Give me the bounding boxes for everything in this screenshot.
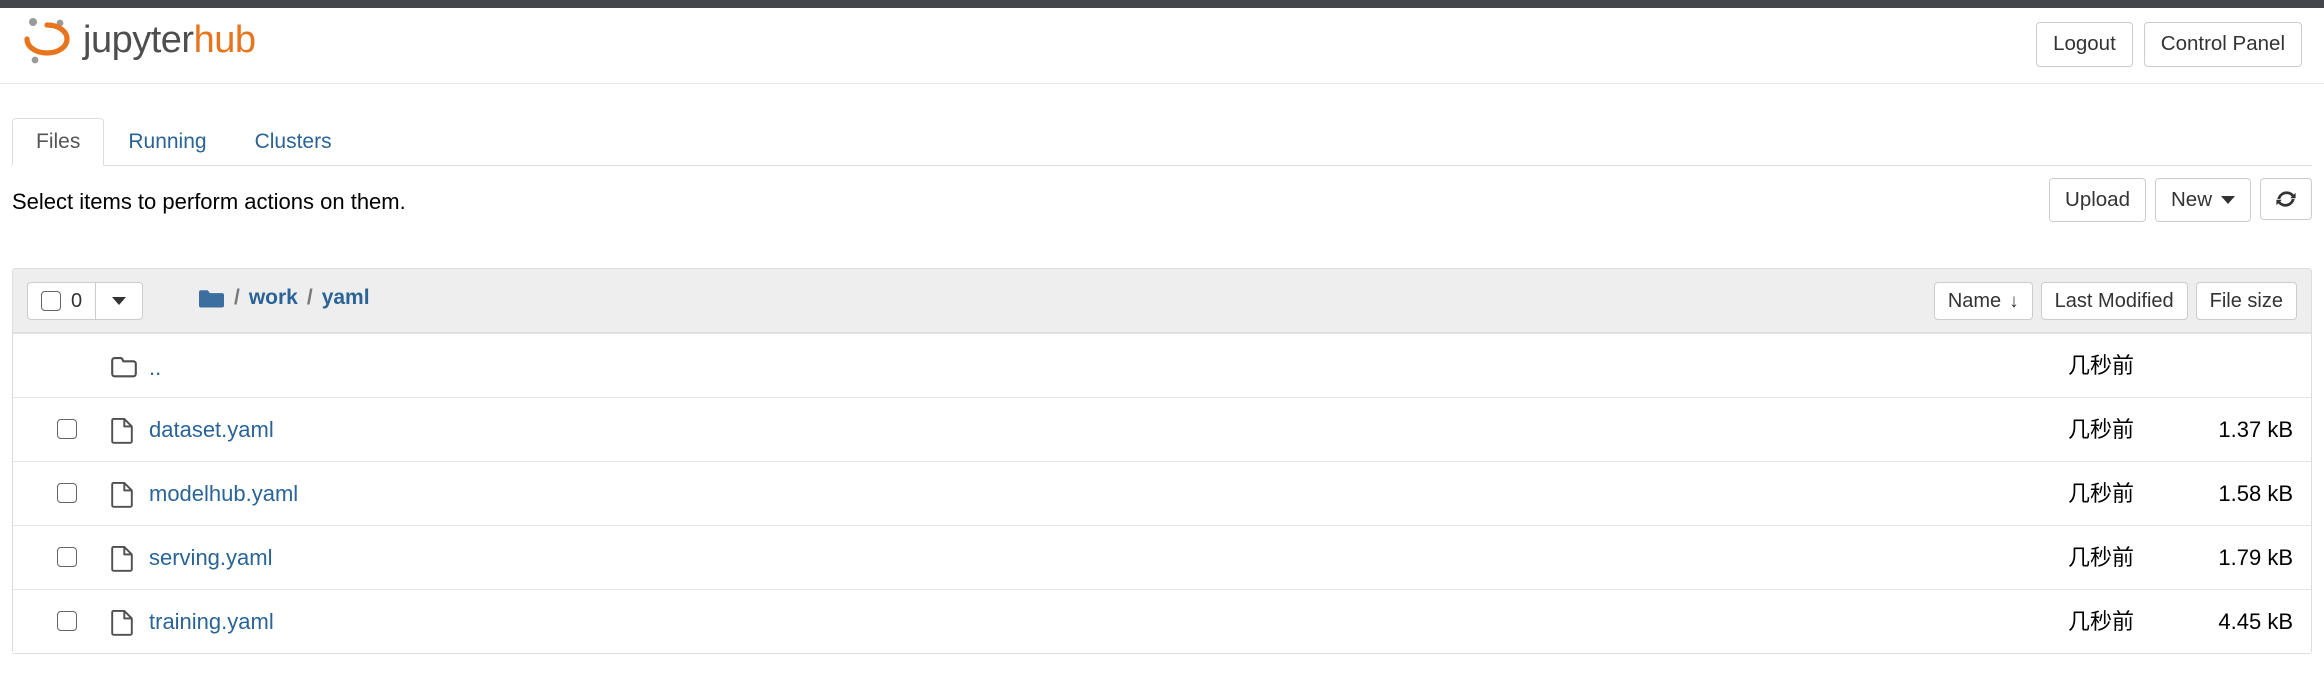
arrow-down-icon: ↓ [2009, 290, 2019, 312]
file-link[interactable]: training.yaml [149, 608, 274, 637]
sort-by-name-button[interactable]: Name ↓ [1933, 282, 2033, 320]
select-dropdown-button[interactable] [95, 282, 144, 320]
jupyter-logo-icon [24, 14, 70, 66]
row-modified: 几秒前 [2067, 545, 2134, 570]
tab-running[interactable]: Running [104, 118, 230, 166]
brand-jupyter: jupyter [83, 19, 194, 61]
table-row[interactable]: training.yaml 几秒前 4.45 kB [13, 589, 2311, 653]
table-row[interactable]: modelhub.yaml 几秒前 1.58 kB [13, 461, 2311, 525]
chevron-down-icon [2221, 195, 2235, 204]
row-size: 4.45 kB [2218, 609, 2293, 634]
row-size: 1.58 kB [2218, 481, 2293, 506]
checkbox[interactable] [57, 547, 77, 567]
tab-bar: Files Running Clusters [12, 117, 2312, 166]
brand-text: jupyterhub [83, 19, 256, 61]
file-list-toolbar: 0 / work / yaml Name ↓ Last Modified Fil… [13, 269, 2311, 333]
row-modified: 几秒前 [2067, 353, 2134, 378]
parent-directory-link[interactable]: .. [149, 354, 161, 383]
file-link[interactable]: modelhub.yaml [149, 480, 298, 509]
row-size: 1.79 kB [2218, 545, 2293, 570]
checkbox[interactable] [57, 611, 77, 631]
file-icon [111, 546, 133, 572]
row-modified: 几秒前 [2067, 609, 2134, 634]
sort-by-file-size-button[interactable]: File size [2195, 282, 2297, 320]
action-buttons: Upload New [2049, 178, 2312, 222]
table-row[interactable]: serving.yaml 几秒前 1.79 kB [13, 525, 2311, 589]
sort-buttons: Name ↓ Last Modified File size [1933, 282, 2297, 320]
select-all-checkbox-button[interactable]: 0 [27, 282, 96, 320]
selected-count: 0 [71, 290, 83, 312]
row-modified: 几秒前 [2067, 417, 2134, 442]
jupyterhub-logo-link[interactable]: jupyterhub [24, 14, 256, 66]
file-icon [111, 482, 133, 508]
folder-icon[interactable] [198, 288, 225, 309]
file-icon [111, 418, 133, 444]
header-actions: Logout Control Panel [2036, 22, 2302, 67]
checkbox[interactable] [57, 419, 77, 439]
row-size: 1.37 kB [2218, 417, 2293, 442]
page-header: jupyterhub Logout Control Panel [0, 8, 2324, 84]
file-list-panel: 0 / work / yaml Name ↓ Last Modified Fil… [12, 268, 2312, 654]
file-icon [111, 610, 133, 636]
brand-hub: hub [193, 19, 256, 61]
breadcrumb-separator: / [234, 286, 240, 309]
jupyterhub-file-browser: jupyterhub Logout Control Panel Files Ru… [0, 0, 2324, 682]
chevron-down-icon [112, 297, 127, 305]
breadcrumb-separator: / [306, 286, 313, 309]
checkbox[interactable] [57, 483, 77, 503]
select-all-checkbox[interactable] [41, 291, 61, 311]
table-row[interactable]: dataset.yaml 几秒前 1.37 kB [13, 397, 2311, 461]
sort-name-label: Name [1947, 289, 2002, 312]
refresh-button[interactable] [2260, 178, 2312, 220]
tab-clusters[interactable]: Clusters [231, 118, 356, 166]
selection-hint: Select items to perform actions on them. [12, 189, 406, 214]
row-checkbox[interactable] [57, 547, 77, 572]
folder-outline-icon [111, 356, 137, 378]
new-dropdown-button[interactable]: New [2154, 178, 2251, 222]
top-strip [0, 0, 2324, 8]
upload-button-label: Upload [2065, 188, 2130, 211]
refresh-icon [2274, 187, 2298, 211]
file-link[interactable]: dataset.yaml [149, 416, 274, 445]
new-button-label: New [2170, 188, 2212, 211]
control-panel-button[interactable]: Control Panel [2143, 22, 2302, 67]
upload-button[interactable]: Upload [2049, 178, 2146, 222]
tab-files[interactable]: Files [12, 117, 105, 166]
sort-by-last-modified-button[interactable]: Last Modified [2040, 282, 2188, 320]
breadcrumb-item-yaml[interactable]: yaml [322, 286, 370, 310]
breadcrumb: / work / yaml [198, 286, 370, 310]
row-checkbox[interactable] [57, 483, 77, 508]
row-modified: 几秒前 [2067, 481, 2134, 506]
row-checkbox[interactable] [57, 419, 77, 444]
breadcrumb-item-work[interactable]: work [249, 286, 298, 310]
action-row: Select items to perform actions on them.… [0, 178, 2324, 234]
select-all-group: 0 [27, 282, 144, 320]
logout-button[interactable]: Logout [2036, 22, 2133, 67]
file-link[interactable]: serving.yaml [149, 544, 272, 573]
row-checkbox[interactable] [57, 611, 77, 636]
table-row[interactable]: .. 几秒前 [13, 333, 2311, 397]
